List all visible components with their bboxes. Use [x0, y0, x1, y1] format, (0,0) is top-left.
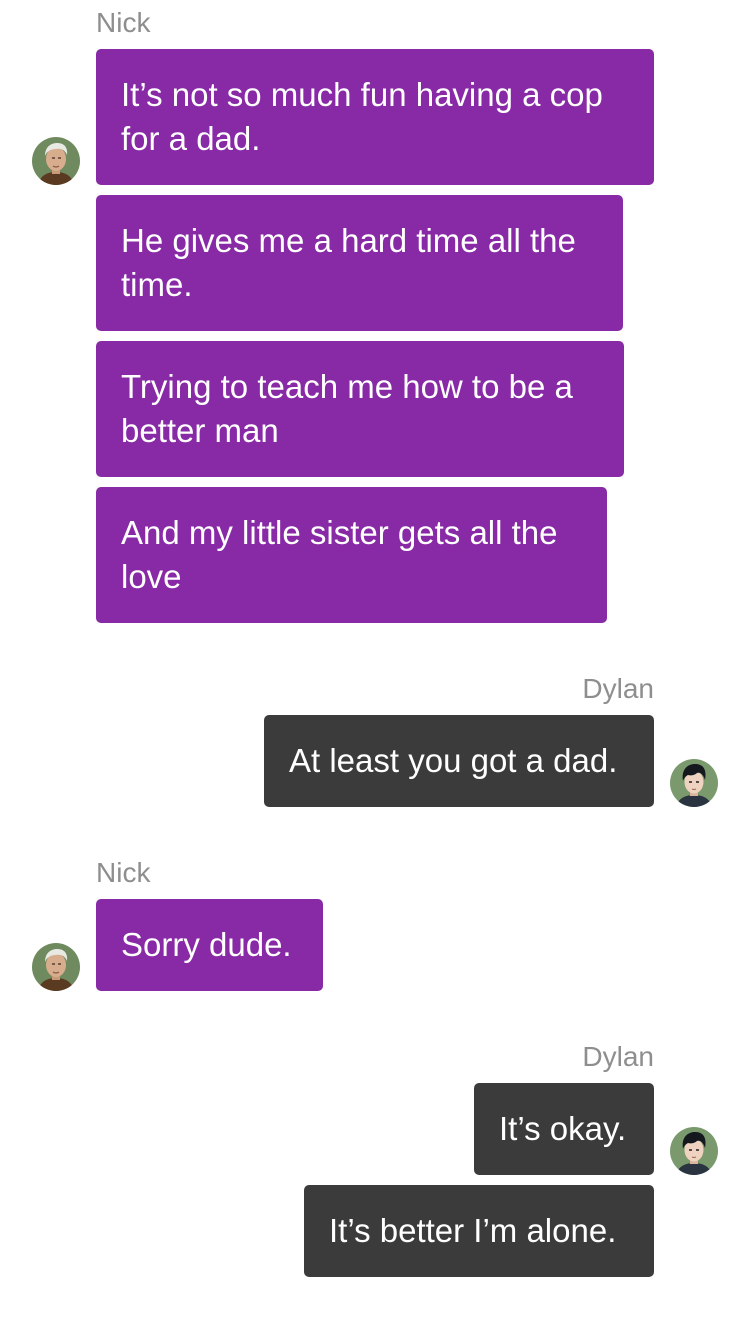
message-text: Sorry dude. [121, 926, 292, 963]
dylan-avatar[interactable] [670, 1127, 718, 1175]
message-text: And my little sister gets all the love [121, 514, 558, 595]
message-bubble-nick[interactable]: Trying to teach me how to be a better ma… [96, 341, 624, 477]
nick-avatar[interactable] [32, 943, 80, 991]
message-bubble-nick[interactable]: Sorry dude. [96, 899, 323, 991]
sender-name-dylan: Dylan [582, 673, 654, 704]
message-text: It’s not so much fun having a cop for a … [121, 76, 603, 157]
message-text: Trying to teach me how to be a better ma… [121, 368, 573, 449]
message-text: It’s better I’m alone. [329, 1212, 617, 1249]
chat-thread: Nick It’s not so much fun having a cop f… [0, 0, 750, 1319]
message-bubble-nick[interactable]: It’s not so much fun having a cop for a … [96, 49, 654, 185]
sender-name-nick: Nick [96, 7, 151, 38]
message-text: He gives me a hard time all the time. [121, 222, 576, 303]
dylan-avatar[interactable] [670, 759, 718, 807]
message-bubble-nick[interactable]: He gives me a hard time all the time. [96, 195, 623, 331]
sender-name-dylan: Dylan [582, 1041, 654, 1072]
message-bubble-dylan[interactable]: At least you got a dad. [264, 715, 654, 807]
message-text: At least you got a dad. [289, 742, 618, 779]
message-text: It’s okay. [499, 1110, 627, 1147]
nick-avatar[interactable] [32, 137, 80, 185]
message-bubble-dylan[interactable]: It’s better I’m alone. [304, 1185, 654, 1277]
sender-name-nick: Nick [96, 857, 151, 888]
message-bubble-nick[interactable]: And my little sister gets all the love [96, 487, 607, 623]
message-bubble-dylan[interactable]: It’s okay. [474, 1083, 654, 1175]
